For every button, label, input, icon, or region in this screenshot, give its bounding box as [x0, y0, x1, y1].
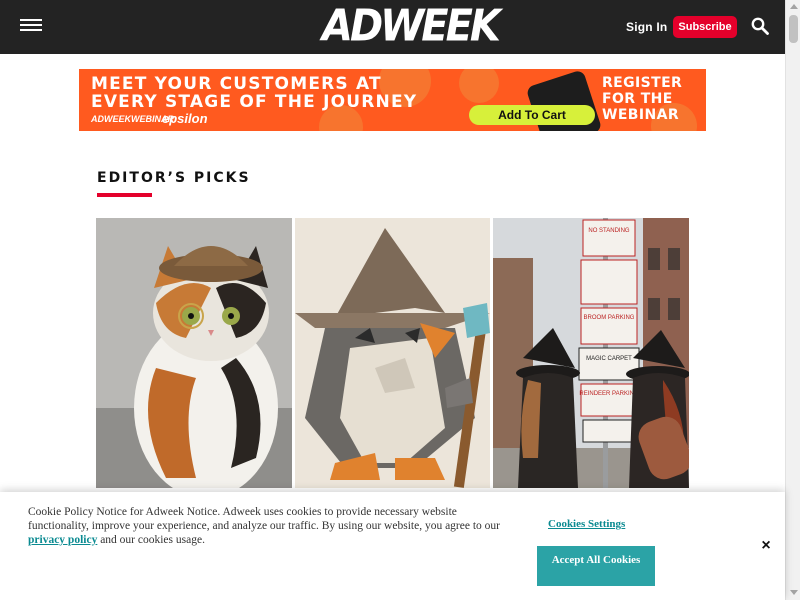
- title-underline: [97, 193, 152, 197]
- search-icon[interactable]: [751, 17, 769, 35]
- add-to-cart-button[interactable]: Add To Cart: [469, 105, 595, 125]
- scroll-up-arrow-icon[interactable]: [790, 4, 798, 9]
- penguin-wizard-panel: [295, 218, 490, 488]
- register-webinar-text: REGISTER FOR THE WEBINAR: [602, 75, 683, 123]
- subscribe-button[interactable]: Subscribe: [673, 16, 737, 38]
- sign-in-link[interactable]: Sign In: [626, 20, 667, 34]
- sign-line: REINDEER PARKING: [579, 391, 639, 397]
- accept-all-cookies-button[interactable]: Accept All Cookies: [537, 546, 655, 586]
- witches-street-signs-panel: NO STANDING BROOM PARKING MAGIC CARPET R…: [493, 218, 689, 488]
- penguin-illustration: [295, 218, 490, 488]
- scroll-thumb[interactable]: [789, 15, 798, 43]
- close-icon[interactable]: ×: [758, 538, 774, 554]
- coin-decoration: [459, 69, 499, 103]
- cat-detective-panel: [96, 218, 292, 488]
- witches-illustration: NO STANDING BROOM PARKING MAGIC CARPET R…: [493, 218, 689, 488]
- cookie-text-after: and our cookies usage.: [100, 534, 205, 546]
- privacy-policy-link[interactable]: privacy policy: [28, 534, 97, 546]
- section-title: EDITOR’S PICKS: [97, 170, 251, 186]
- ad-brand-epsilon: epsilon: [162, 111, 208, 126]
- cookies-settings-link[interactable]: Cookies Settings: [548, 518, 625, 530]
- cookie-text-before: Cookie Policy Notice for Adweek Notice. …: [28, 506, 500, 532]
- sign-line: BROOM PARKING: [584, 315, 635, 321]
- webinar-ad-banner[interactable]: MEET YOUR CUSTOMERS AT EVERY STAGE OF TH…: [79, 69, 706, 131]
- page-scrollbar[interactable]: [785, 0, 800, 600]
- site-logo[interactable]: ADWEEK: [322, 0, 501, 52]
- scroll-down-arrow-icon[interactable]: [790, 590, 798, 595]
- ad-headline: MEET YOUR CUSTOMERS AT EVERY STAGE OF TH…: [91, 74, 418, 112]
- cat-illustration: [96, 218, 292, 488]
- sign-line: MAGIC CARPET: [586, 356, 632, 362]
- site-header: ADWEEK Sign In Subscribe: [0, 0, 785, 54]
- cookie-consent-banner: Cookie Policy Notice for Adweek Notice. …: [0, 492, 785, 600]
- cookie-notice-text: Cookie Policy Notice for Adweek Notice. …: [28, 505, 518, 547]
- sign-line: NO STANDING: [588, 228, 630, 234]
- editors-picks-featured-image[interactable]: NO STANDING BROOM PARKING MAGIC CARPET R…: [96, 218, 689, 488]
- hamburger-menu-icon[interactable]: [20, 19, 42, 33]
